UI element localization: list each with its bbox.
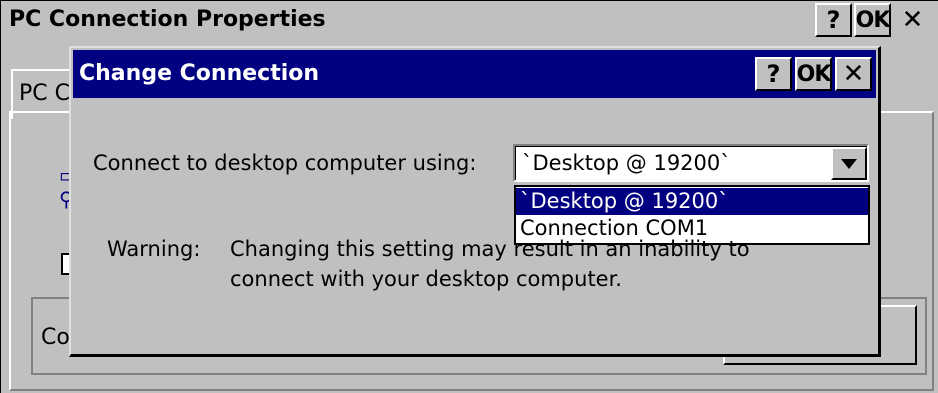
warning-text-line-1: Changing this setting may result in an i…: [230, 237, 750, 261]
ok-label: OK: [855, 7, 891, 33]
background-close-button[interactable]: ✕: [894, 3, 931, 37]
combobox-dropdown-button[interactable]: [831, 147, 867, 180]
connection-combobox[interactable]: `Desktop @ 19200`: [513, 144, 869, 182]
close-icon: ✕: [901, 5, 924, 35]
background-help-button[interactable]: ?: [815, 3, 852, 37]
chevron-down-icon: [841, 158, 857, 169]
help-icon: ?: [826, 6, 841, 34]
background-window-title: PC Connection Properties: [9, 7, 326, 32]
background-ok-button[interactable]: OK: [854, 3, 891, 37]
connect-label: Connect to desktop computer using:: [93, 151, 477, 175]
dialog-help-button[interactable]: ?: [755, 57, 792, 91]
help-icon: ?: [766, 60, 781, 88]
dropdown-option-desktop[interactable]: `Desktop @ 19200`: [516, 188, 868, 215]
dialog-ok-button[interactable]: OK: [795, 57, 832, 91]
dialog-title: Change Connection: [79, 61, 320, 86]
close-icon: ✕: [842, 59, 865, 89]
background-tab-label: PC C: [19, 81, 70, 106]
warning-label: Warning:: [107, 237, 201, 261]
combobox-field: `Desktop @ 19200`: [515, 146, 867, 180]
dialog-title-bar: Change Connection ? OK ✕: [73, 50, 876, 98]
combobox-value: `Desktop @ 19200`: [522, 151, 731, 175]
dialog-close-button[interactable]: ✕: [835, 57, 872, 91]
connection-dropdown-list: `Desktop @ 19200` Connection COM1: [514, 185, 870, 245]
background-title-bar: PC Connection Properties ? OK ✕: [1, 1, 938, 41]
change-connection-dialog: Change Connection ? OK ✕ Connect to desk…: [69, 46, 881, 357]
ok-label: OK: [796, 61, 832, 87]
warning-text-line-2: connect with your desktop computer.: [230, 267, 622, 291]
